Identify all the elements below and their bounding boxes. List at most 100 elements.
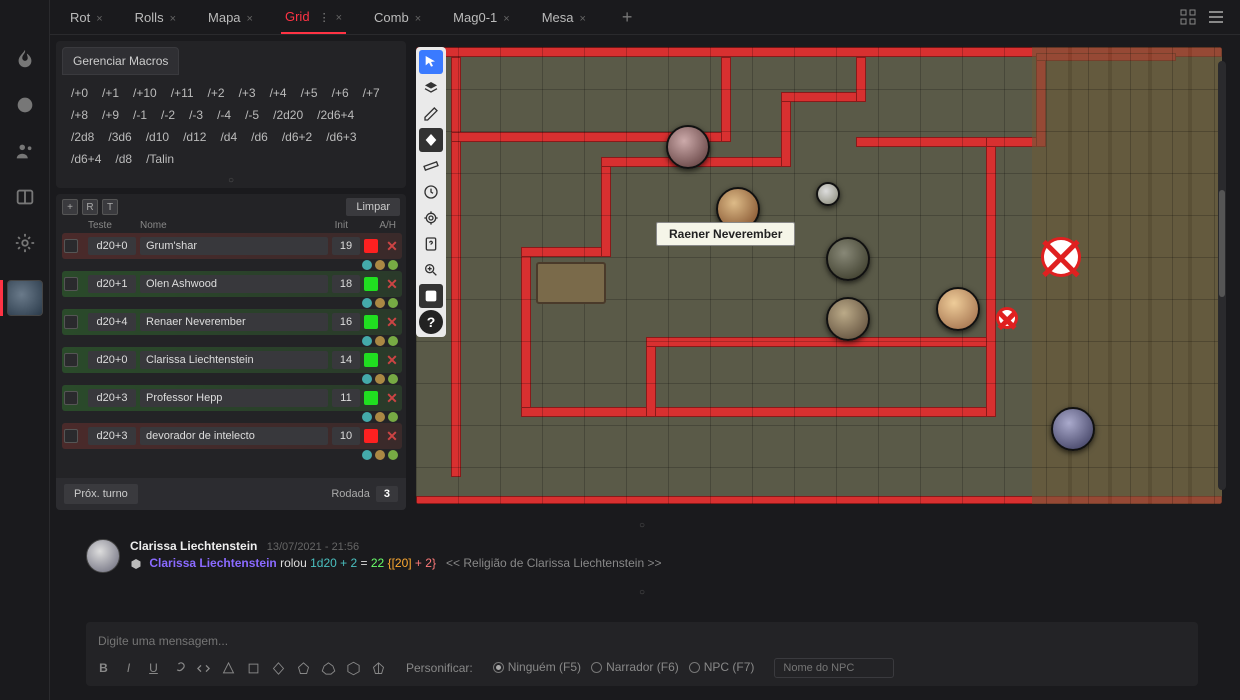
r-button[interactable]: R [82,199,98,215]
d4-icon[interactable] [221,661,236,676]
row-checkbox[interactable] [64,391,78,405]
shape-tool[interactable] [419,128,443,152]
delete-row-button[interactable]: ✕ [384,428,400,445]
macro-item[interactable]: /3d6 [101,127,138,147]
macro-item[interactable]: /+9 [95,105,126,125]
tracker-row[interactable]: d20+4Renaer Neverember16 ✕ [62,309,402,335]
macro-item[interactable]: /d6+2 [275,127,319,147]
row-checkbox[interactable] [64,277,78,291]
tab-mag[interactable]: Mag0-1× [449,2,514,33]
close-icon[interactable]: × [415,13,421,25]
row-name[interactable]: Renaer Neverember [140,313,328,331]
macro-item[interactable]: /+3 [232,83,263,103]
row-init[interactable]: 18 [332,275,360,293]
macro-item[interactable]: /-3 [182,105,210,125]
macro-item[interactable]: /+10 [126,83,164,103]
help-doc-tool[interactable] [419,232,443,256]
tracker-row[interactable]: d20+0Clarissa Liechtenstein14 ✕ [62,347,402,373]
d12-icon[interactable] [321,661,336,676]
status-badge[interactable] [364,277,378,291]
tab-grid[interactable]: Grid ⋮× [281,1,346,34]
row-init[interactable]: 16 [332,313,360,331]
target-marker[interactable] [1041,237,1081,277]
macro-item[interactable]: /+1 [95,83,126,103]
delete-row-button[interactable]: ✕ [384,390,400,407]
dice-tool[interactable] [419,284,443,308]
row-name[interactable]: Clarissa Liechtenstein [140,351,328,369]
macro-item[interactable]: /Talin [139,149,181,169]
target-tool[interactable] [419,206,443,230]
ruler-tool[interactable] [419,154,443,178]
token[interactable] [826,297,870,341]
row-init[interactable]: 10 [332,427,360,445]
tab-rolls[interactable]: Rolls× [131,2,180,33]
map-scrollbar[interactable] [1218,61,1226,490]
macro-item[interactable]: /-2 [154,105,182,125]
status-badge[interactable] [364,429,378,443]
close-icon[interactable]: × [170,13,176,25]
status-badge[interactable] [364,391,378,405]
next-turn-button[interactable]: Próx. turno [64,484,138,504]
flame-icon[interactable] [14,48,36,70]
macro-item[interactable]: /d4 [213,127,244,147]
question-tool[interactable]: ? [419,310,443,334]
users-icon[interactable] [14,140,36,162]
macro-item[interactable]: /2d6+4 [310,105,361,125]
row-name[interactable]: Grum'shar [140,237,328,255]
tracker-row[interactable]: d20+3devorador de intelecto10✕ [62,423,402,449]
token[interactable] [826,237,870,281]
resize-handle[interactable]: ○ [56,173,406,188]
row-init[interactable]: 19 [332,237,360,255]
macro-item[interactable]: /2d8 [64,127,101,147]
row-name[interactable]: Professor Hepp [140,389,328,407]
row-test[interactable]: d20+1 [88,275,136,293]
gear-icon[interactable] [14,232,36,254]
tracker-row[interactable]: d20+0Grum'shar19✕ [62,233,402,259]
row-test[interactable]: d20+4 [88,313,136,331]
macro-item[interactable]: /+6 [325,83,356,103]
grid-view-icon[interactable] [1180,9,1196,25]
d10-icon[interactable] [296,661,311,676]
book-icon[interactable] [14,186,36,208]
resize-handle[interactable]: ○ [86,585,1198,600]
chat-input[interactable] [96,630,1188,658]
close-icon[interactable]: × [96,13,102,25]
delete-row-button[interactable]: ✕ [384,314,400,331]
tab-mapa[interactable]: Mapa× [204,2,257,33]
status-badge[interactable] [364,239,378,253]
tracker-row[interactable]: d20+3Professor Hepp11✕ [62,385,402,411]
macro-item[interactable]: /d6 [244,127,275,147]
token[interactable] [1051,407,1095,451]
row-test[interactable]: d20+0 [88,351,136,369]
row-sub-icons[interactable] [362,336,398,346]
t-button[interactable]: T [102,199,118,215]
underline-button[interactable]: U [146,661,161,676]
row-test[interactable]: d20+3 [88,427,136,445]
token[interactable] [816,182,840,206]
close-icon[interactable]: × [503,13,509,25]
row-sub-icons[interactable] [362,298,398,308]
link-button[interactable] [171,661,186,676]
tracker-row[interactable]: d20+1Olen Ashwood18✕ [62,271,402,297]
row-init[interactable]: 11 [332,389,360,407]
macro-item[interactable]: /+4 [263,83,294,103]
impersonate-radio[interactable]: Ninguém (F5) [493,660,581,674]
zoom-tool[interactable] [419,258,443,282]
macro-item[interactable]: /2d20 [266,105,310,125]
row-sub-icons[interactable] [362,450,398,460]
row-init[interactable]: 14 [332,351,360,369]
history-tool[interactable] [419,180,443,204]
row-checkbox[interactable] [64,429,78,443]
delete-row-button[interactable]: ✕ [384,238,400,255]
close-icon[interactable]: × [336,12,342,24]
d6-icon[interactable] [246,661,261,676]
status-badge[interactable] [364,315,378,329]
delete-row-button[interactable]: ✕ [384,352,400,369]
scene-thumbnail[interactable] [7,280,43,316]
macro-item[interactable]: /+2 [201,83,232,103]
globe-icon[interactable] [14,94,36,116]
macro-item[interactable]: /d8 [108,149,139,169]
macro-item[interactable]: /+5 [294,83,325,103]
token[interactable] [666,125,710,169]
row-checkbox[interactable] [64,315,78,329]
